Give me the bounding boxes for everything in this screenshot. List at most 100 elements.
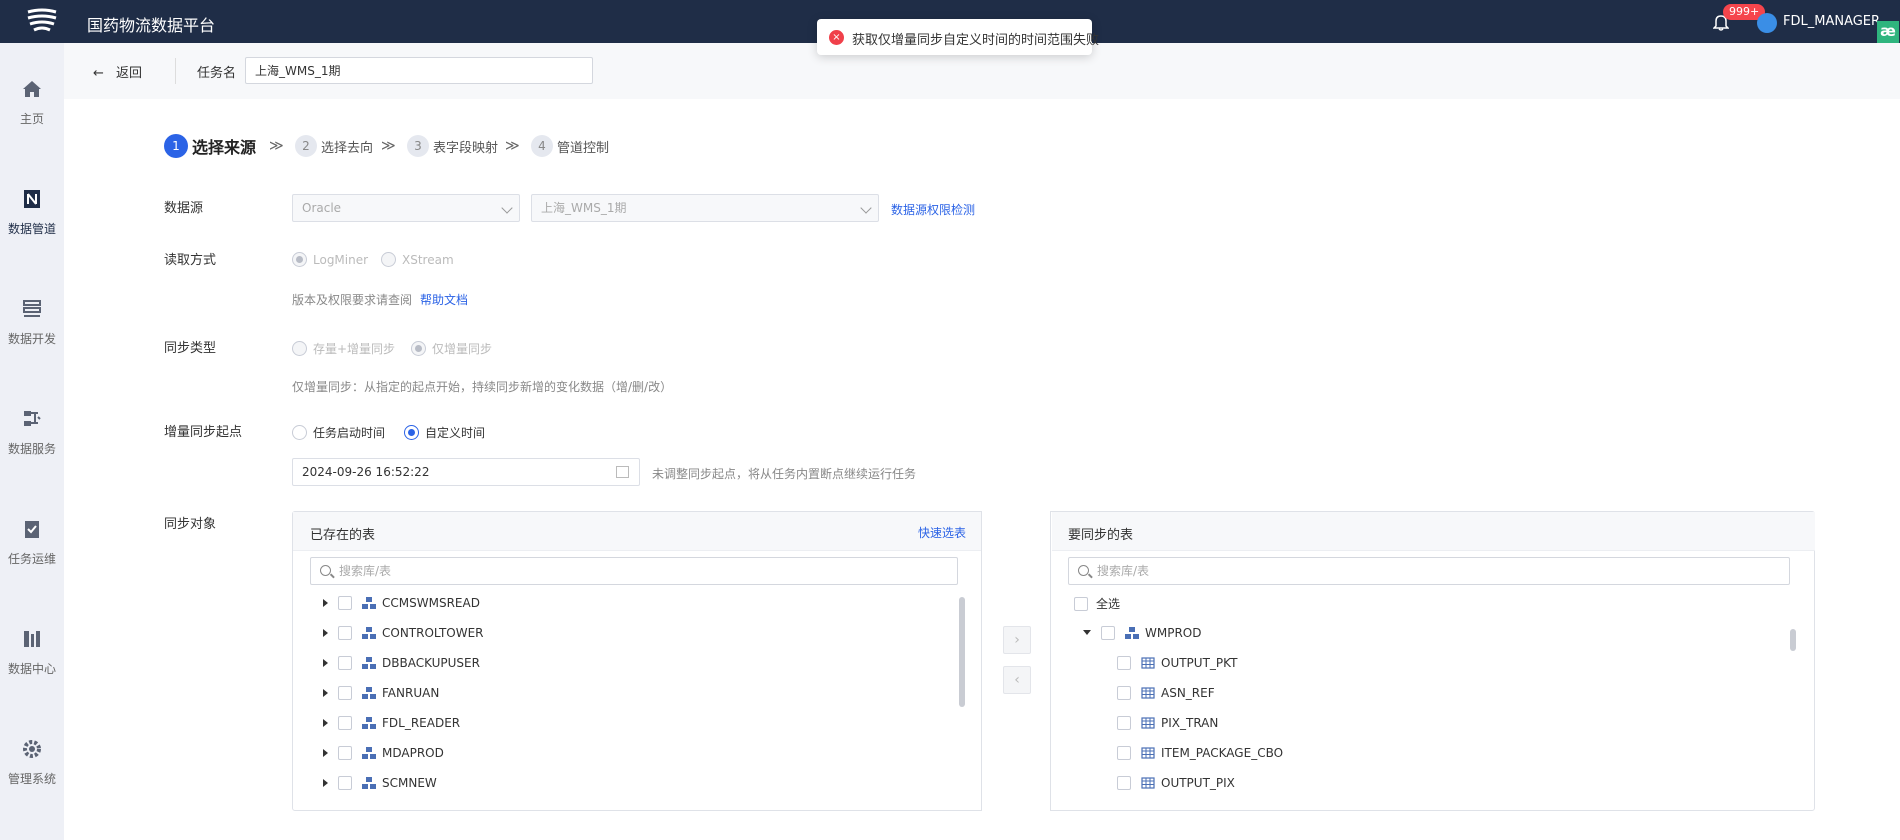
sidebar-item-service[interactable]: 数据服务 bbox=[0, 408, 64, 488]
list-item[interactable]: DBBACKUPUSER bbox=[323, 655, 480, 677]
checkbox[interactable] bbox=[1117, 715, 1131, 730]
table-icon bbox=[1141, 656, 1155, 669]
app-title: 国药物流数据平台 bbox=[87, 16, 216, 35]
checkbox[interactable] bbox=[1074, 596, 1088, 611]
datetime-value: 2024-09-26 16:52:22 bbox=[302, 465, 430, 479]
right-search-input[interactable]: 搜索库/表 bbox=[1068, 557, 1790, 585]
radio-custom-time[interactable]: 自定义时间 bbox=[404, 424, 485, 442]
development-icon bbox=[23, 300, 41, 317]
chevron-down-icon bbox=[501, 202, 513, 214]
radio-task-start-time[interactable]: 任务启动时间 bbox=[292, 424, 385, 442]
table-name: ASN_REF bbox=[1161, 685, 1215, 700]
move-right-button[interactable]: › bbox=[1003, 626, 1031, 654]
item-name: SCMNEW bbox=[382, 775, 437, 790]
list-item[interactable]: CCMSWMSREAD bbox=[323, 595, 480, 617]
checkbox[interactable] bbox=[338, 775, 352, 790]
radio-logminer[interactable]: LogMiner bbox=[292, 252, 368, 270]
caret-right-icon bbox=[323, 628, 328, 637]
sidebar-item-label: 管理系统 bbox=[7, 772, 56, 786]
table-row[interactable]: OUTPUT_PKT bbox=[1117, 655, 1237, 677]
sidebar-item-datacenter[interactable]: 数据中心 bbox=[0, 628, 64, 708]
settings-icon bbox=[23, 740, 41, 758]
start-datetime-picker[interactable]: 2024-09-26 16:52:22 bbox=[292, 458, 640, 486]
radio-full-incremental[interactable]: 存量+增量同步 bbox=[292, 340, 395, 358]
sidebar-item-home[interactable]: 主页 bbox=[0, 78, 64, 158]
move-left-button[interactable]: ‹ bbox=[1003, 666, 1031, 694]
item-name: MDAPROD bbox=[382, 745, 444, 760]
checkbox[interactable] bbox=[338, 685, 352, 700]
left-search-input[interactable]: 搜索库/表 bbox=[310, 557, 958, 585]
schema-row[interactable]: WMPROD bbox=[1083, 625, 1201, 647]
step-select-source[interactable]: 1 选择来源 bbox=[164, 134, 256, 158]
caret-right-icon bbox=[323, 598, 328, 607]
table-row[interactable]: ITEM_PACKAGE_CBO bbox=[1117, 745, 1283, 767]
checkbox[interactable] bbox=[338, 745, 352, 760]
quick-select-link[interactable]: 快速选表 bbox=[918, 524, 966, 541]
left-scrollbar[interactable] bbox=[959, 597, 965, 707]
user-name[interactable]: FDL_MANAGER bbox=[1783, 14, 1880, 29]
sidebar-item-pipeline[interactable]: 数据管道 bbox=[0, 188, 64, 268]
assistant-icon[interactable]: æ bbox=[1877, 21, 1899, 43]
table-name: OUTPUT_PKT bbox=[1161, 655, 1238, 670]
sidebar-item-development[interactable]: 数据开发 bbox=[0, 298, 64, 378]
list-item[interactable]: FANRUAN bbox=[323, 685, 439, 707]
step-label: 选择去向 bbox=[321, 140, 374, 156]
radio-xstream[interactable]: XStream bbox=[381, 252, 454, 270]
radio-label: 自定义时间 bbox=[425, 426, 486, 440]
sidebar-item-ops[interactable]: 任务运维 bbox=[0, 518, 64, 598]
datasource-connection-select[interactable]: 上海_WMS_1期 bbox=[531, 194, 879, 222]
checkbox[interactable] bbox=[338, 655, 352, 670]
step-number: 1 bbox=[164, 134, 188, 158]
radio-label: 任务启动时间 bbox=[313, 426, 386, 440]
sidebar-item-label: 任务运维 bbox=[7, 552, 56, 566]
list-item[interactable]: CONTROLTOWER bbox=[323, 625, 484, 647]
table-icon bbox=[1141, 776, 1155, 789]
right-scrollbar[interactable] bbox=[1790, 629, 1796, 651]
back-label: 返回 bbox=[116, 66, 143, 81]
task-name-input[interactable] bbox=[245, 57, 593, 84]
schema-icon bbox=[362, 746, 376, 759]
item-name: DBBACKUPUSER bbox=[382, 655, 480, 670]
list-item[interactable]: FDL_READER bbox=[323, 715, 460, 737]
list-item[interactable]: SCMNEW bbox=[323, 775, 437, 797]
help-doc-link[interactable]: 帮助文档 bbox=[420, 291, 468, 308]
sidebar-item-settings[interactable]: 管理系统 bbox=[0, 738, 64, 818]
list-item[interactable]: MDAPROD bbox=[323, 745, 444, 767]
step-label: 表字段映射 bbox=[433, 140, 499, 156]
platform-logo-icon[interactable] bbox=[22, 8, 62, 36]
back-button[interactable]: ← 返回 bbox=[93, 62, 142, 81]
permission-check-link[interactable]: 数据源权限检测 bbox=[891, 201, 975, 218]
search-placeholder: 搜索库/表 bbox=[339, 564, 392, 578]
checkbox[interactable] bbox=[338, 715, 352, 730]
step-select-target[interactable]: 2 选择去向 bbox=[295, 135, 373, 157]
datasource-type-select[interactable]: Oracle bbox=[292, 194, 520, 222]
step-field-mapping[interactable]: 3 表字段映射 bbox=[407, 135, 498, 157]
table-icon bbox=[1141, 716, 1155, 729]
schema-icon bbox=[362, 776, 376, 789]
checkbox[interactable] bbox=[1101, 625, 1115, 640]
select-all-label: 全选 bbox=[1096, 597, 1121, 611]
table-icon bbox=[1141, 746, 1155, 759]
select-all-row[interactable]: 全选 bbox=[1074, 595, 1120, 617]
table-row[interactable]: PIX_TRAN bbox=[1117, 715, 1218, 737]
step-number: 2 bbox=[295, 135, 317, 157]
step-number: 3 bbox=[407, 135, 429, 157]
checkbox[interactable] bbox=[1117, 685, 1131, 700]
datasource-label: 数据源 bbox=[164, 201, 204, 216]
radio-incremental-only[interactable]: 仅增量同步 bbox=[411, 340, 492, 358]
schema-name: WMPROD bbox=[1145, 625, 1202, 640]
checkbox[interactable] bbox=[1117, 775, 1131, 790]
table-row[interactable]: ASN_REF bbox=[1117, 685, 1215, 707]
start-point-hint: 未调整同步起点，将从任务内置断点继续运行任务 bbox=[652, 467, 917, 481]
checkbox[interactable] bbox=[1117, 745, 1131, 760]
checkbox[interactable] bbox=[1117, 655, 1131, 670]
left-panel-title: 已存在的表 bbox=[310, 528, 376, 543]
calendar-icon bbox=[616, 466, 629, 478]
checkbox[interactable] bbox=[338, 625, 352, 640]
table-row[interactable]: OUTPUT_PIX bbox=[1117, 775, 1235, 797]
checkbox[interactable] bbox=[338, 595, 352, 610]
step-pipeline-control[interactable]: 4 管道控制 bbox=[531, 135, 609, 157]
user-avatar-icon[interactable] bbox=[1757, 13, 1777, 33]
divider bbox=[175, 58, 176, 84]
right-panel-title: 要同步的表 bbox=[1068, 528, 1134, 543]
